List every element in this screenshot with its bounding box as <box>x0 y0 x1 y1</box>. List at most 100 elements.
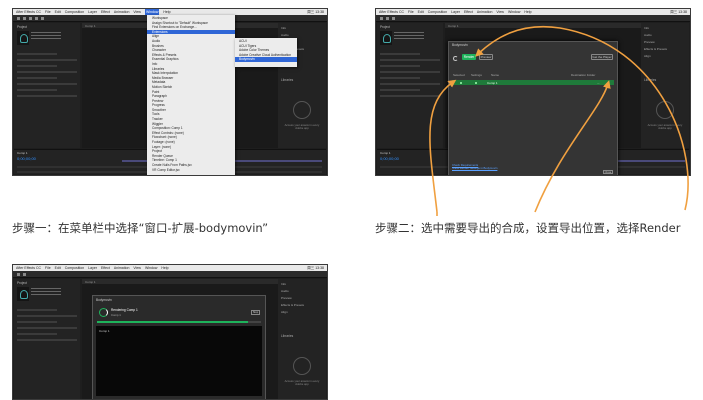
project-panel: Project <box>377 23 443 148</box>
panel-preview[interactable]: Preview <box>644 40 686 44</box>
extensions-submenu: ACUI ACUI Tigers Adobe Color Themes Adobe C… <box>235 38 297 67</box>
panel-align[interactable]: Align <box>644 54 686 58</box>
project-tab[interactable]: Project <box>380 25 390 29</box>
render-settings-link[interactable]: Show Render Settings in Bodymovin <box>452 167 497 171</box>
destination-folder-button[interactable]: ... <box>597 81 600 85</box>
rotate-tool-icon[interactable] <box>41 17 44 20</box>
window-menu-dropdown: Workspace Assign Shortcut to "Default" Wo… <box>147 15 235 175</box>
libraries-hint: Access your assets in every Adobe app <box>647 123 683 131</box>
close-button[interactable]: Close <box>603 170 613 174</box>
project-panel: Project <box>14 279 80 399</box>
libraries-icon <box>293 357 311 375</box>
libraries-tab[interactable]: Libraries <box>281 334 293 338</box>
viewer-tab-label: Comp 1 <box>85 279 96 284</box>
preview-button[interactable]: Preview <box>479 54 493 60</box>
comp-thumbnail <box>17 31 29 45</box>
bodymovin-panel: Bodymovin Render Preview Get the Player … <box>448 41 618 175</box>
libraries-tab[interactable]: Libraries <box>644 78 656 82</box>
panel-effects[interactable]: Effects & Presets <box>644 47 686 51</box>
zoom-tool-icon[interactable] <box>35 17 38 20</box>
settings-dot-icon[interactable] <box>475 81 477 84</box>
column-settings: Settings <box>471 73 482 77</box>
panel-audio[interactable]: Audio <box>281 33 323 37</box>
timecode[interactable]: 0;00;00;00 <box>17 156 36 161</box>
panel-info[interactable]: Info <box>281 282 323 286</box>
screenshot-step1: After Effects CC File Edit Composition L… <box>12 8 328 176</box>
right-panel-list: Info Audio Preview Effects & Presets Ali… <box>281 282 323 317</box>
comp-thumbnail <box>17 287 29 301</box>
render-spinner-icon <box>99 308 108 317</box>
hand-tool-icon[interactable] <box>392 17 395 20</box>
step1-caption: 步骤一：在菜单栏中选择“窗口-扩展-bodymovin” <box>12 221 269 235</box>
screenshot-step2: After Effects CC File Edit Composition L… <box>375 8 691 176</box>
render-preview-label: Comp 1 <box>99 329 110 333</box>
render-substatus: Comp 1 <box>111 313 121 317</box>
right-panel: Info Audio Preview Effects & Presets Ali… <box>641 23 689 148</box>
bodymovin-links: Check Requirements Show Render Settings … <box>452 163 497 171</box>
panel-preview[interactable]: Preview <box>281 296 323 300</box>
toolbar <box>376 15 690 22</box>
column-name: Name <box>491 73 500 77</box>
comp-info <box>31 288 61 297</box>
timeline-tab[interactable]: Comp 1 <box>380 151 391 155</box>
home-tool-icon[interactable] <box>17 17 20 20</box>
selected-dot-icon[interactable] <box>460 81 462 84</box>
get-player-button[interactable]: Get the Player <box>591 54 613 60</box>
project-list <box>380 53 440 101</box>
viewer-tab[interactable]: Comp 1 <box>445 23 641 28</box>
step2-caption: 步骤二：选中需要导出的合成，设置导出位置，选择Render <box>375 221 681 235</box>
libraries-icon <box>293 101 311 119</box>
render-dialog-title: Bodymovin <box>96 298 112 302</box>
selection-tool-icon[interactable] <box>23 273 26 276</box>
project-tab[interactable]: Project <box>17 281 27 285</box>
project-tab[interactable]: Project <box>17 25 27 29</box>
bodymovin-title: Bodymovin <box>452 43 468 47</box>
screenshot-step3: After Effects CC File Edit Composition L… <box>12 264 328 400</box>
project-list <box>17 309 77 345</box>
selection-tool-icon[interactable] <box>386 17 389 20</box>
render-progress-bar <box>97 321 261 323</box>
home-tool-icon[interactable] <box>380 17 383 20</box>
panel-audio[interactable]: Audio <box>644 33 686 37</box>
timeline-tab[interactable]: Comp 1 <box>17 151 28 155</box>
home-tool-icon[interactable] <box>17 273 20 276</box>
viewer-tab-label: Comp 1 <box>85 23 96 28</box>
stop-button[interactable]: Stop <box>251 310 260 315</box>
extensions-submenu-item[interactable]: Bodymovin <box>235 57 297 62</box>
render-progress-fill <box>97 321 248 323</box>
toolbar <box>13 271 327 278</box>
libraries-tab[interactable]: Libraries <box>281 78 293 82</box>
render-preview-area: Comp 1 <box>96 326 262 396</box>
panel-align[interactable]: Align <box>281 310 323 314</box>
selection-tool-icon[interactable] <box>23 17 26 20</box>
right-panel: Info Audio Preview Effects & Presets Ali… <box>278 279 326 399</box>
render-button[interactable]: Render <box>462 54 476 60</box>
comp-row[interactable]: Comp 1 ... <box>452 80 614 85</box>
right-panel-list: Info Audio Preview Effects & Presets Ali… <box>644 26 686 61</box>
window-menu-item[interactable]: VR Comp Editor.jsx <box>147 168 235 173</box>
panel-effects[interactable]: Effects & Presets <box>281 303 323 307</box>
libraries-hint: Access your assets in every Adobe app <box>284 379 320 387</box>
viewer-tab-label: Comp 1 <box>448 23 459 28</box>
render-dialog: Bodymovin Rendering Comp 1 Comp 1 Stop C… <box>92 295 266 399</box>
comp-info <box>31 32 61 41</box>
column-destination: Destination Folder <box>571 73 596 77</box>
viewer-tab[interactable]: Comp 1 <box>82 279 278 284</box>
comp-row-name: Comp 1 <box>487 80 498 85</box>
comp-thumbnail <box>380 31 392 45</box>
libraries-hint: Access your assets in every Adobe app <box>284 123 320 131</box>
timecode[interactable]: 0;00;00;00 <box>380 156 399 161</box>
comp-info <box>394 32 424 41</box>
tutorial-page: After Effects CC File Edit Composition L… <box>0 0 703 400</box>
panel-info[interactable]: Info <box>281 26 323 30</box>
panel-audio[interactable]: Audio <box>281 289 323 293</box>
render-status: Rendering Comp 1 <box>111 308 138 312</box>
panel-info[interactable]: Info <box>644 26 686 30</box>
refresh-icon[interactable] <box>453 56 458 61</box>
hand-tool-icon[interactable] <box>29 17 32 20</box>
project-panel: Project <box>14 23 80 148</box>
libraries-icon <box>656 101 674 119</box>
comp-list-header: Selected Settings Name Destination Folde… <box>453 73 613 78</box>
column-selected: Selected <box>453 73 465 77</box>
project-list <box>17 53 77 101</box>
